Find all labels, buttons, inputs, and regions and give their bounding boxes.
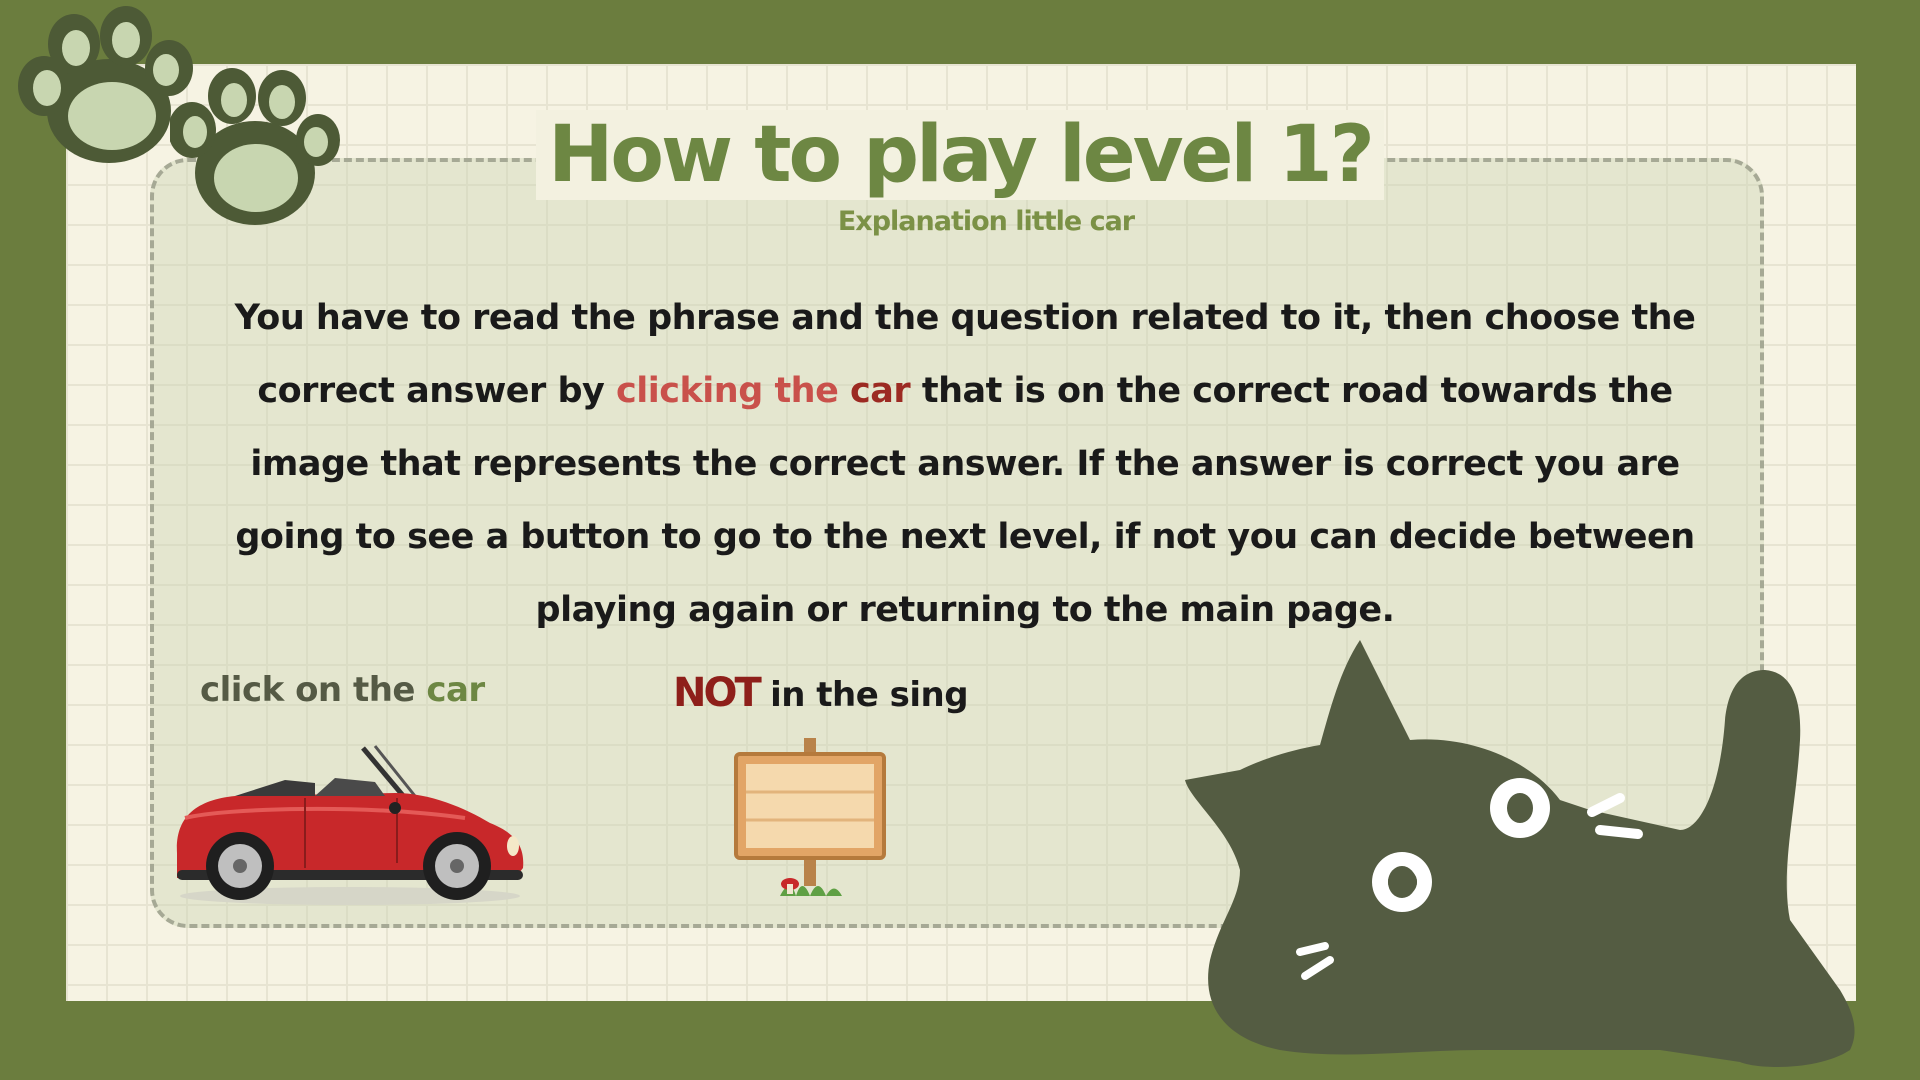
hint-not-sign: NOT in the sing: [673, 670, 969, 716]
car-image[interactable]: [165, 738, 535, 908]
hint-not-word: NOT: [673, 670, 762, 716]
paw-icon: [18, 6, 193, 163]
instructions-text: You have to read the phrase and the ques…: [205, 282, 1725, 647]
hint-click-car-accent: car: [426, 670, 485, 710]
hint-click-car: click on the car: [200, 670, 485, 710]
hint-not-rest: in the sing: [758, 675, 969, 715]
cat-illustration: [1185, 640, 1855, 1067]
wooden-sign-image: [734, 738, 886, 896]
instructions-highlight-car: car: [850, 371, 911, 411]
instructions-highlight-clicking: clicking the: [616, 371, 839, 411]
instructions-space: [838, 371, 850, 411]
page-title-text: How to play level 1?: [536, 110, 1384, 200]
paw-icon: [170, 68, 340, 225]
hint-click-car-prefix: click on the: [200, 670, 427, 710]
